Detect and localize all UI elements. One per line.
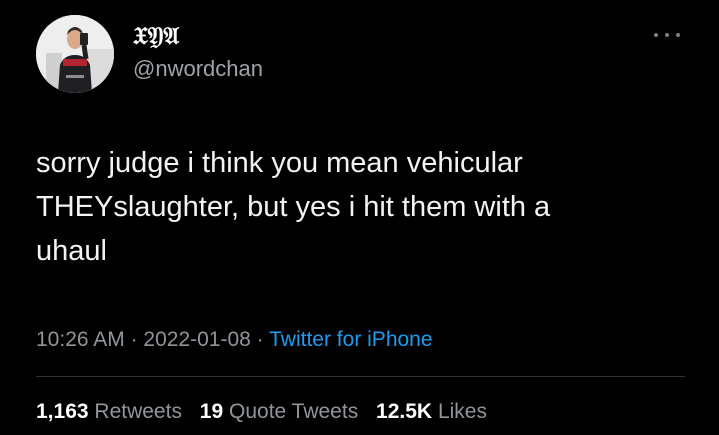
quotes-count: 19 xyxy=(199,400,224,423)
quote-tweets-stat[interactable]: 19 Quote Tweets xyxy=(200,400,358,423)
more-dot xyxy=(654,33,658,37)
tweet-card: 𝔛𝔜𝔄 @nwordchan sorry judge i think you m… xyxy=(0,0,719,435)
likes-label: Likes xyxy=(437,400,487,423)
tweet-stats: 1,163 Retweets 19 Quote Tweets 12.5K Lik… xyxy=(36,398,487,426)
user-handle[interactable]: @nwordchan xyxy=(133,56,263,82)
divider xyxy=(36,376,685,377)
tweet-meta: 10:26 AM · 2022-01-08 · Twitter for iPho… xyxy=(36,326,433,354)
tweet-date[interactable]: 2022-01-08 xyxy=(143,328,250,351)
retweets-stat[interactable]: 1,163 Retweets xyxy=(36,400,182,423)
tweet-time[interactable]: 10:26 AM xyxy=(36,328,125,351)
more-dot xyxy=(665,33,669,37)
likes-count: 12.5K xyxy=(376,400,433,423)
retweets-count: 1,163 xyxy=(36,400,89,423)
meta-separator: · xyxy=(124,328,144,351)
avatar[interactable] xyxy=(36,15,114,93)
tweet-text: sorry judge i think you mean vehicular T… xyxy=(36,147,551,267)
quotes-label: Quote Tweets xyxy=(229,400,359,423)
profile-photo-icon xyxy=(36,15,114,93)
more-dot xyxy=(676,33,680,37)
likes-stat[interactable]: 12.5K Likes xyxy=(376,400,487,423)
display-name[interactable]: 𝔛𝔜𝔄 xyxy=(133,22,179,50)
tweet-source-link[interactable]: Twitter for iPhone xyxy=(269,328,432,351)
meta-separator: · xyxy=(250,328,270,351)
more-options-icon[interactable] xyxy=(654,30,680,40)
retweets-label: Retweets xyxy=(94,400,182,423)
